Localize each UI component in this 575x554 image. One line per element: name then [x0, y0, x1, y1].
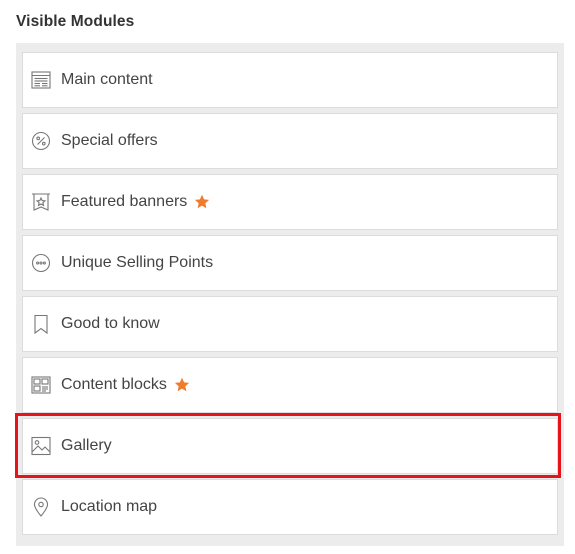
module-item-special-offers[interactable]: Special offers — [22, 113, 558, 169]
module-item-gallery[interactable]: Gallery — [22, 418, 558, 474]
percent-badge-icon — [30, 130, 52, 152]
module-item-unique-selling-points[interactable]: Unique Selling Points — [22, 235, 558, 291]
module-item-main-content[interactable]: Main content — [22, 52, 558, 108]
section-title: Visible Modules — [16, 13, 135, 30]
module-label: Gallery — [61, 437, 112, 454]
map-pin-icon — [30, 496, 52, 518]
module-label: Content blocks — [61, 376, 167, 393]
module-label: Good to know — [61, 315, 160, 332]
bookmark-icon — [30, 313, 52, 335]
blocks-icon — [30, 374, 52, 396]
module-label: Main content — [61, 71, 153, 88]
module-item-good-to-know[interactable]: Good to know — [22, 296, 558, 352]
module-label: Location map — [61, 498, 158, 515]
module-label: Unique Selling Points — [61, 254, 214, 271]
module-item-content-blocks[interactable]: Content blocks — [22, 357, 558, 413]
star-icon — [194, 194, 210, 210]
image-icon — [30, 435, 52, 457]
layout-icon — [30, 69, 52, 91]
module-label: Special offers — [61, 132, 158, 149]
module-label: Featured banners — [61, 193, 188, 210]
banner-star-icon — [30, 191, 52, 213]
module-item-location-map[interactable]: Location map — [22, 479, 558, 535]
module-item-featured-banners[interactable]: Featured banners — [22, 174, 558, 230]
star-icon — [174, 377, 190, 393]
dots-circle-icon — [30, 252, 52, 274]
